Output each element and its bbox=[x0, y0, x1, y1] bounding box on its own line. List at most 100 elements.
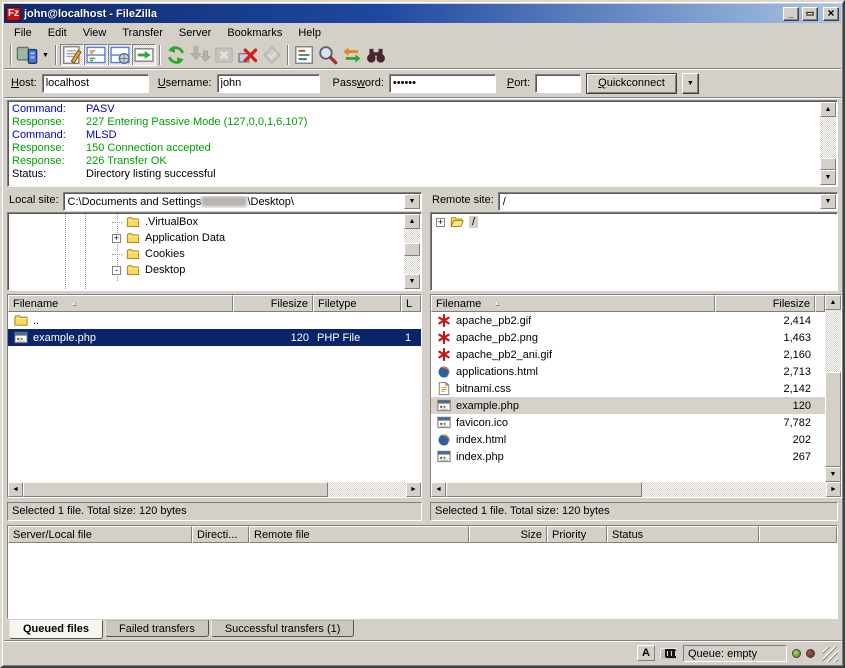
toggle-local-tree-button[interactable] bbox=[84, 44, 108, 66]
scroll-track[interactable] bbox=[328, 482, 406, 497]
scroll-track[interactable] bbox=[642, 482, 826, 497]
port-input[interactable] bbox=[535, 74, 581, 93]
scroll-thumb[interactable] bbox=[820, 158, 836, 170]
cancel-operation-button[interactable] bbox=[212, 44, 236, 66]
pane-splitter[interactable] bbox=[422, 212, 430, 291]
local-tree-item[interactable]: +Application Data bbox=[8, 230, 404, 246]
column-header-server-local-file[interactable]: Server/Local file bbox=[8, 526, 192, 543]
synchronized-browsing-button[interactable] bbox=[340, 44, 364, 66]
disconnect-button[interactable] bbox=[236, 44, 260, 66]
pane-splitter[interactable] bbox=[422, 502, 430, 521]
menu-help[interactable]: Help bbox=[290, 25, 329, 41]
column-header-remote-file[interactable]: Remote file bbox=[249, 526, 469, 543]
minimize-button[interactable]: _ bbox=[783, 7, 799, 21]
local-tree-item[interactable]: -Desktop bbox=[8, 262, 404, 278]
local-tree-scrollbar[interactable]: ▲ ▼ bbox=[404, 214, 420, 289]
directory-comparison-button[interactable] bbox=[316, 44, 340, 66]
pane-splitter[interactable] bbox=[422, 192, 430, 211]
expand-plus-icon[interactable]: + bbox=[436, 218, 445, 227]
menu-transfer[interactable]: Transfer bbox=[114, 25, 171, 41]
remote-vscrollbar[interactable]: ▲ ▼ bbox=[825, 295, 841, 482]
column-header-filetype[interactable]: Filetype bbox=[313, 295, 401, 312]
menu-file[interactable]: File bbox=[6, 25, 40, 41]
scroll-left-icon[interactable]: ◄ bbox=[431, 482, 446, 497]
remote-site-dropdown-icon[interactable]: ▼ bbox=[820, 194, 836, 209]
pane-splitter[interactable] bbox=[422, 294, 430, 498]
toggle-remote-tree-button[interactable] bbox=[108, 44, 132, 66]
remote-site-combo[interactable]: / ▼ bbox=[498, 192, 838, 211]
local-tree-item[interactable]: .VirtualBox bbox=[8, 214, 404, 230]
site-manager-dropdown[interactable]: ▼ bbox=[39, 44, 52, 66]
column-header-status[interactable]: Status bbox=[607, 526, 759, 543]
quickconnect-button[interactable]: Quickconnect bbox=[586, 73, 677, 94]
menu-view[interactable]: View bbox=[75, 25, 115, 41]
menu-bookmarks[interactable]: Bookmarks bbox=[219, 25, 290, 41]
local-site-combo[interactable]: C:\Documents and Settings\Desktop\ ▼ bbox=[63, 192, 422, 211]
password-input[interactable] bbox=[389, 74, 496, 93]
remote-hscrollbar[interactable]: ◄ ► bbox=[431, 482, 841, 497]
file-row[interactable]: index.php267 bbox=[431, 448, 825, 465]
log-scrollbar[interactable]: ▲ ▼ bbox=[820, 102, 836, 185]
scroll-thumb[interactable] bbox=[404, 243, 420, 256]
file-row[interactable]: apache_pb2_ani.gif2,160 bbox=[431, 346, 825, 363]
file-row[interactable]: .. bbox=[8, 312, 421, 329]
collapse-minus-icon[interactable]: - bbox=[112, 266, 121, 275]
resize-grip[interactable] bbox=[823, 647, 838, 662]
scroll-down-icon[interactable]: ▼ bbox=[820, 170, 836, 185]
toggle-transfer-queue-button[interactable] bbox=[132, 44, 156, 66]
refresh-button[interactable] bbox=[164, 44, 188, 66]
file-row-selected[interactable]: example.php 120 PHP File 1 bbox=[8, 329, 421, 346]
process-queue-button[interactable] bbox=[188, 44, 212, 66]
expand-plus-icon[interactable]: + bbox=[112, 234, 121, 243]
scroll-right-icon[interactable]: ► bbox=[826, 482, 841, 497]
quickconnect-dropdown[interactable]: ▼ bbox=[682, 73, 699, 94]
reconnect-button[interactable] bbox=[260, 44, 284, 66]
menu-edit[interactable]: Edit bbox=[40, 25, 75, 41]
column-header-priority[interactable]: Priority bbox=[547, 526, 607, 543]
column-header-filename[interactable]: Filename▲ bbox=[8, 295, 233, 312]
scroll-up-icon[interactable]: ▲ bbox=[825, 295, 841, 310]
column-header-filename[interactable]: Filename▲ bbox=[431, 295, 715, 312]
local-tree-item[interactable]: Cookies bbox=[8, 246, 404, 262]
file-row-selected-inactive[interactable]: example.php120 bbox=[431, 397, 825, 414]
toggle-message-log-button[interactable] bbox=[60, 44, 84, 66]
scroll-track[interactable] bbox=[404, 256, 420, 274]
file-row[interactable]: applications.html2,713 bbox=[431, 363, 825, 380]
speed-limit-icon[interactable] bbox=[660, 648, 678, 659]
scroll-thumb[interactable] bbox=[825, 372, 841, 467]
title-bar[interactable]: Fz john@localhost - FileZilla _ ▭ × bbox=[4, 4, 841, 23]
file-row[interactable]: apache_pb2.gif2,414 bbox=[431, 312, 825, 329]
scroll-left-icon[interactable]: ◄ bbox=[8, 482, 23, 497]
scroll-track[interactable] bbox=[825, 310, 841, 372]
scroll-track[interactable] bbox=[404, 229, 420, 243]
close-button[interactable]: × bbox=[823, 7, 839, 21]
local-site-dropdown-icon[interactable]: ▼ bbox=[404, 194, 420, 209]
directory-filter-button[interactable] bbox=[292, 44, 316, 66]
file-row[interactable]: index.html202 bbox=[431, 431, 825, 448]
tab-queued-files[interactable]: Queued files bbox=[9, 620, 103, 639]
tab-successful-transfers[interactable]: Successful transfers (1) bbox=[211, 620, 355, 637]
file-row[interactable]: apache_pb2.png1,463 bbox=[431, 329, 825, 346]
local-hscrollbar[interactable]: ◄ ► bbox=[8, 482, 421, 497]
file-row[interactable]: favicon.ico7,782 bbox=[431, 414, 825, 431]
column-header-filesize[interactable]: Filesize bbox=[715, 295, 815, 312]
scroll-down-icon[interactable]: ▼ bbox=[825, 467, 841, 482]
remote-tree-item[interactable]: + / bbox=[431, 214, 820, 230]
site-manager-button[interactable] bbox=[15, 44, 39, 66]
column-header-size[interactable]: Size bbox=[469, 526, 547, 543]
find-files-button[interactable] bbox=[364, 44, 388, 66]
column-header-lastmodified[interactable]: L bbox=[401, 295, 421, 312]
scroll-right-icon[interactable]: ► bbox=[406, 482, 421, 497]
scroll-thumb[interactable] bbox=[446, 482, 642, 497]
scroll-track[interactable] bbox=[820, 117, 836, 158]
ascii-datatype-icon[interactable]: A bbox=[637, 645, 655, 661]
scroll-up-icon[interactable]: ▲ bbox=[404, 214, 420, 229]
menu-server[interactable]: Server bbox=[171, 25, 219, 41]
maximize-button[interactable]: ▭ bbox=[802, 7, 818, 21]
scroll-thumb[interactable] bbox=[23, 482, 328, 497]
host-input[interactable] bbox=[42, 74, 149, 93]
scroll-up-icon[interactable]: ▲ bbox=[820, 102, 836, 117]
column-header-direction[interactable]: Directi... bbox=[192, 526, 249, 543]
username-input[interactable] bbox=[217, 74, 320, 93]
column-header-filesize[interactable]: Filesize bbox=[233, 295, 313, 312]
